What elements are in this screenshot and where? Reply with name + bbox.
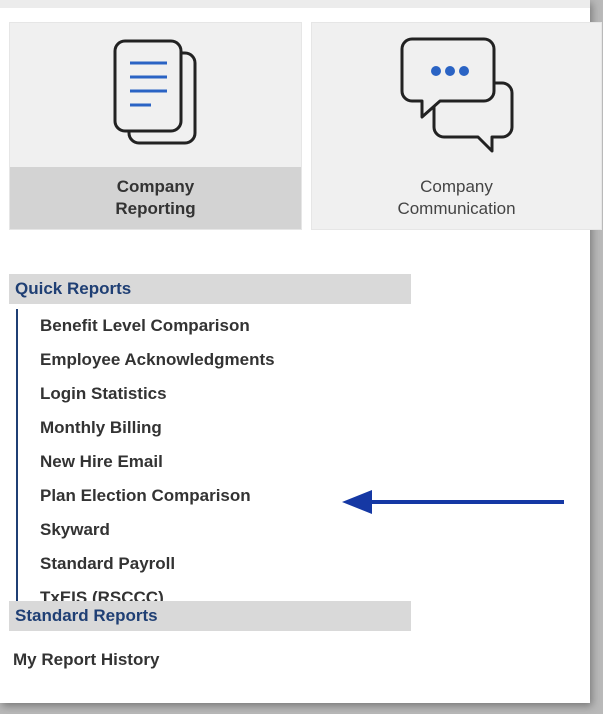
- tile-label-line1: Company: [116, 177, 195, 196]
- documents-icon: [113, 39, 196, 145]
- report-benefit-level-comparison[interactable]: Benefit Level Comparison: [18, 309, 398, 343]
- report-plan-election-comparison[interactable]: Plan Election Comparison: [18, 479, 398, 513]
- report-standard-payroll[interactable]: Standard Payroll: [18, 547, 398, 581]
- chat-bubbles-icon: [400, 37, 513, 153]
- tile-label: Company Reporting: [10, 167, 301, 229]
- my-report-history-link[interactable]: My Report History: [13, 643, 159, 677]
- quick-reports-header[interactable]: Quick Reports: [9, 274, 411, 304]
- tile-label-line1: Company: [420, 177, 493, 196]
- report-employee-acknowledgments[interactable]: Employee Acknowledgments: [18, 343, 398, 377]
- top-strip: [0, 0, 590, 8]
- company-reporting-tile[interactable]: Company Reporting: [9, 22, 302, 230]
- report-new-hire-email[interactable]: New Hire Email: [18, 445, 398, 479]
- report-skyward[interactable]: Skyward: [18, 513, 398, 547]
- quick-reports-list: Benefit Level Comparison Employee Acknow…: [16, 309, 398, 615]
- reports-panel: Company Reporting Company Communication …: [0, 0, 602, 703]
- company-communication-tile[interactable]: Company Communication: [311, 22, 602, 230]
- arrow-left-icon: [342, 490, 564, 514]
- report-monthly-billing[interactable]: Monthly Billing: [18, 411, 398, 445]
- tile-label-line2: Communication: [397, 199, 516, 218]
- tile-label: Company Communication: [312, 167, 601, 229]
- report-login-statistics[interactable]: Login Statistics: [18, 377, 398, 411]
- standard-reports-header[interactable]: Standard Reports: [9, 601, 411, 631]
- tile-label-line2: Reporting: [115, 199, 196, 218]
